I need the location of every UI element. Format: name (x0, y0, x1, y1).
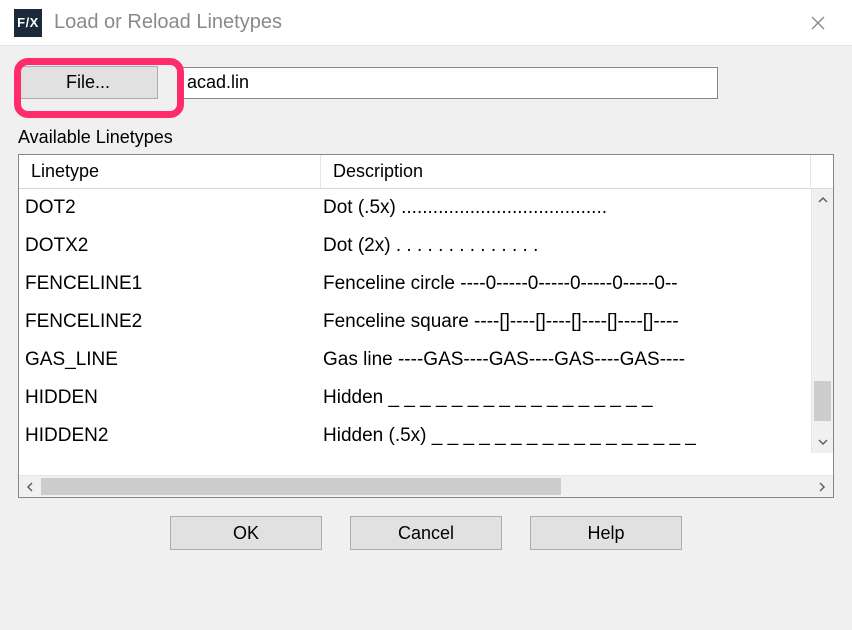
cell-name: HIDDEN (19, 387, 321, 409)
table-row[interactable]: GAS_LINE Gas line ----GAS----GAS----GAS-… (19, 341, 811, 379)
cell-name: HIDDEN2 (19, 425, 321, 447)
cell-name: FENCELINE2 (19, 311, 321, 333)
table-row[interactable]: HIDDEN2 Hidden (.5x) _ _ _ _ _ _ _ _ _ _… (19, 417, 811, 455)
close-icon (810, 15, 826, 31)
scroll-right-button[interactable] (811, 476, 833, 497)
cell-name: GAS_LINE (19, 349, 321, 371)
list-viewport: DOT2 Dot (.5x) .........................… (19, 189, 833, 475)
cell-desc: Hidden (.5x) _ _ _ _ _ _ _ _ _ _ _ _ _ _… (321, 425, 811, 447)
cell-desc: Fenceline square ----[]----[]----[]----[… (321, 311, 811, 333)
table-row[interactable]: FENCELINE2 Fenceline square ----[]----[]… (19, 303, 811, 341)
cell-desc: Dot (.5x) ..............................… (321, 197, 811, 219)
chevron-down-icon (818, 437, 828, 447)
titlebar: F/X Load or Reload Linetypes (0, 0, 852, 46)
table-row[interactable]: DOTX2 Dot (2x) . . . . . . . . . . . . .… (19, 227, 811, 265)
cell-desc: Gas line ----GAS----GAS----GAS----GAS---… (321, 349, 811, 371)
file-row: File... (18, 66, 834, 99)
dialog-body: File... Available Linetypes Linetype Des… (0, 46, 852, 630)
app-icon: F/X (14, 9, 42, 37)
scroll-track-h[interactable] (41, 476, 789, 497)
linetype-list: Linetype Description DOT2 Dot (.5x) ....… (18, 154, 834, 498)
column-header-linetype[interactable]: Linetype (19, 155, 321, 188)
table-row[interactable]: DOT2 Dot (.5x) .........................… (19, 189, 811, 227)
cell-desc: Fenceline circle ----0-----0-----0-----0… (321, 273, 811, 295)
column-header-description[interactable]: Description (321, 155, 811, 188)
cell-name: DOT2 (19, 197, 321, 219)
chevron-up-icon (818, 195, 828, 205)
list-rows: DOT2 Dot (.5x) .........................… (19, 189, 833, 455)
horizontal-scrollbar[interactable] (19, 475, 833, 497)
available-linetypes-label: Available Linetypes (18, 127, 834, 148)
cell-name: FENCELINE1 (19, 273, 321, 295)
dialog-buttons: OK Cancel Help (18, 516, 834, 550)
list-header: Linetype Description (19, 155, 833, 189)
help-button[interactable]: Help (530, 516, 682, 550)
close-button[interactable] (798, 3, 838, 43)
vertical-scrollbar[interactable] (811, 189, 833, 453)
chevron-right-icon (817, 482, 827, 492)
table-row[interactable]: HIDDEN Hidden _ _ _ _ _ _ _ _ _ _ _ _ _ … (19, 379, 811, 417)
scroll-thumb[interactable] (814, 381, 831, 421)
cell-desc: Hidden _ _ _ _ _ _ _ _ _ _ _ _ _ _ _ _ _ (321, 387, 811, 409)
window-title: Load or Reload Linetypes (54, 11, 798, 34)
file-button[interactable]: File... (18, 66, 158, 99)
scroll-track[interactable] (812, 211, 833, 431)
table-row[interactable]: FENCELINE1 Fenceline circle ----0-----0-… (19, 265, 811, 303)
scroll-up-button[interactable] (812, 189, 833, 211)
cell-name: DOTX2 (19, 235, 321, 257)
scroll-thumb-h[interactable] (41, 478, 561, 495)
file-path-input[interactable] (178, 67, 718, 99)
cancel-button[interactable]: Cancel (350, 516, 502, 550)
chevron-left-icon (25, 482, 35, 492)
cell-desc: Dot (2x) . . . . . . . . . . . . . . (321, 235, 811, 257)
scroll-left-button[interactable] (19, 476, 41, 497)
scroll-down-button[interactable] (812, 431, 833, 453)
ok-button[interactable]: OK (170, 516, 322, 550)
